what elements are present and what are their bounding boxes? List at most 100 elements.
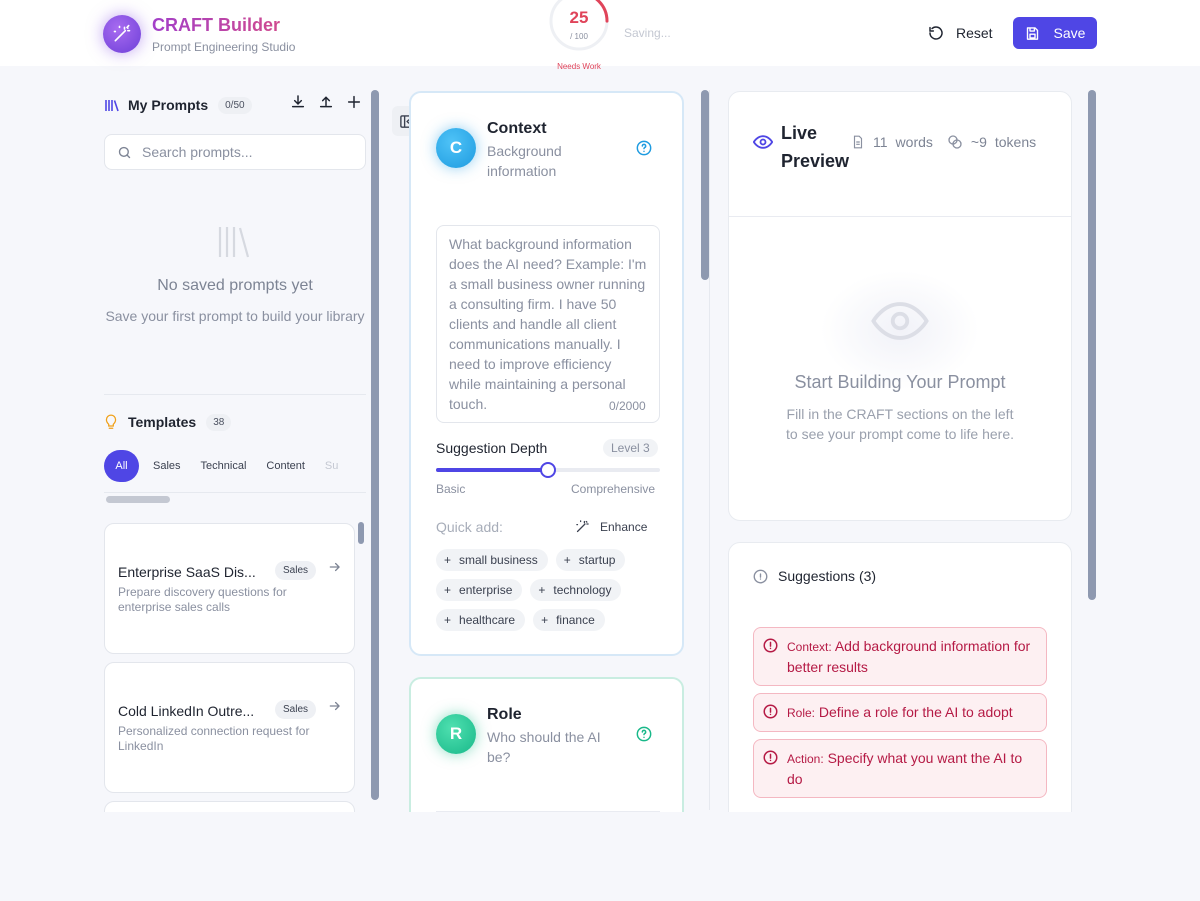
suggestion-item[interactable]: Role: Define a role for the AI to adopt <box>753 693 1047 732</box>
middle-scroll-track <box>709 90 710 810</box>
depth-slider-knob[interactable] <box>540 462 556 478</box>
plus-icon: + <box>444 613 452 627</box>
search-input[interactable] <box>142 144 352 160</box>
arrow-right-icon <box>329 562 340 572</box>
enhance-label: Enhance <box>600 519 648 534</box>
divider <box>729 216 1071 217</box>
role-title: Role <box>487 706 522 723</box>
tag-label: finance <box>556 613 595 627</box>
score-status: Needs Work <box>557 62 601 71</box>
quick-add-tag[interactable]: + startup <box>555 549 626 571</box>
left-scrollbar[interactable] <box>371 90 379 800</box>
suggestions-header: Suggestions (3) <box>753 568 876 584</box>
quick-add-tag[interactable]: + enterprise <box>436 579 523 601</box>
context-letter-badge: C <box>436 128 476 168</box>
upload-icon[interactable] <box>318 94 334 110</box>
depth-slider-fill <box>436 468 548 472</box>
category-all[interactable]: All <box>104 450 139 482</box>
download-icon[interactable] <box>290 94 306 110</box>
context-title: Context <box>487 120 547 137</box>
plus-icon[interactable] <box>346 94 362 110</box>
template-scrollbar[interactable] <box>358 522 364 544</box>
preview-stats: 11 words ~9 tokens <box>851 134 1036 150</box>
plus-icon: + <box>541 613 549 627</box>
template-badge: Sales <box>275 700 317 719</box>
library-icon <box>105 100 119 112</box>
help-icon[interactable] <box>636 140 652 156</box>
suggestion-key: Context: <box>787 640 832 654</box>
divider <box>104 394 366 395</box>
template-name: Enterprise SaaS Dis... <box>118 564 256 580</box>
quick-add-tag[interactable]: + small business <box>436 549 548 571</box>
quick-add-label: Quick add: <box>436 519 503 535</box>
tag-label: enterprise <box>459 583 513 597</box>
empty-subtitle: Save your first prompt to build your lib… <box>105 308 365 324</box>
templates-header: Templates 38 <box>104 411 232 433</box>
preview-empty-subtitle: Fill in the CRAFT sections on the left t… <box>786 406 1014 442</box>
lightbulb-icon <box>105 414 117 429</box>
quick-add-tags: + small business + startup + enterprise + te… <box>436 549 660 631</box>
category-sales[interactable]: Sales <box>143 450 191 482</box>
template-desc: Personalized connection request for Link… <box>118 724 310 753</box>
suggestion-key: Role: <box>787 706 816 720</box>
help-icon[interactable] <box>636 726 652 742</box>
alert-circle-icon <box>763 638 778 653</box>
templates-count: 38 <box>206 413 232 431</box>
preview-title: Live Preview <box>781 123 850 171</box>
reset-label: Reset <box>956 25 993 41</box>
depth-min-label: Basic <box>436 482 466 496</box>
document-icon <box>853 135 863 149</box>
eye-large-icon <box>871 302 929 340</box>
save-label: Save <box>1053 25 1086 41</box>
category-technical[interactable]: Technical <box>191 450 257 482</box>
category-tabs: All Sales Technical Content Su <box>104 450 366 482</box>
save-button[interactable]: Save <box>1013 17 1097 49</box>
template-desc: Prepare discovery questions for enterpri… <box>118 585 287 614</box>
eye-icon <box>753 135 773 149</box>
reset-button[interactable]: Reset <box>922 18 999 48</box>
category-support[interactable]: Su <box>315 450 348 482</box>
word-count: 11 <box>873 134 888 150</box>
suggestion-depth-label: Suggestion Depth <box>436 440 548 456</box>
search-box[interactable] <box>104 134 366 170</box>
save-icon <box>1026 26 1038 40</box>
suggestion-item[interactable]: Context: Add background information for … <box>753 627 1047 686</box>
right-scrollbar[interactable] <box>1088 90 1096 600</box>
suggestions-panel: Suggestions (3) Context: Add background … <box>728 542 1072 842</box>
template-badge: Sales <box>275 561 317 580</box>
library-count: 0/50 <box>218 96 252 114</box>
depth-max-label: Comprehensive <box>571 482 656 496</box>
character-count: 0/2000 <box>609 399 646 413</box>
quick-add-tag[interactable]: + healthcare <box>436 609 526 631</box>
template-card[interactable]: Enterprise SaaS Dis... Sales Prepare dis… <box>104 523 355 654</box>
library-actions <box>290 94 362 110</box>
category-scrollbar[interactable] <box>106 496 170 503</box>
tag-label: small business <box>459 553 538 567</box>
context-section: C Context Background information What ba… <box>409 91 684 656</box>
template-card[interactable] <box>104 801 355 812</box>
reset-icon <box>929 26 943 40</box>
magic-wand-logo-icon <box>103 15 141 53</box>
quick-add-tag[interactable]: + finance <box>533 609 605 631</box>
template-card[interactable]: Cold LinkedIn Outre... Sales Personalize… <box>104 662 355 793</box>
page-footer-area <box>0 812 1200 901</box>
category-content[interactable]: Content <box>256 450 315 482</box>
empty-library-icon <box>218 227 250 258</box>
app-header: CRAFT Builder Prompt Engineering Studio … <box>0 0 1200 71</box>
category-scroll-track <box>104 492 366 493</box>
suggestion-item[interactable]: Action: Specify what you want the AI to … <box>753 739 1047 798</box>
quick-add-tag[interactable]: + technology <box>530 579 622 601</box>
tag-label: healthcare <box>459 613 516 627</box>
role-subtitle: Who should the AI be? <box>487 729 601 765</box>
preview-empty-heading: Start Building Your Prompt <box>794 372 1006 392</box>
context-textarea[interactable]: What background information does the AI … <box>436 225 660 423</box>
plus-icon: + <box>538 583 546 597</box>
plus-icon: + <box>563 553 571 567</box>
coins-icon <box>948 135 962 149</box>
enhance-button[interactable]: Enhance <box>575 519 647 534</box>
saving-status: Saving... <box>624 26 671 40</box>
middle-scrollbar[interactable] <box>701 90 709 280</box>
library-title: My Prompts <box>128 97 209 113</box>
live-preview-panel: Live Preview 11 words ~9 tokens Start Bu… <box>728 91 1072 521</box>
plus-icon: + <box>444 583 452 597</box>
